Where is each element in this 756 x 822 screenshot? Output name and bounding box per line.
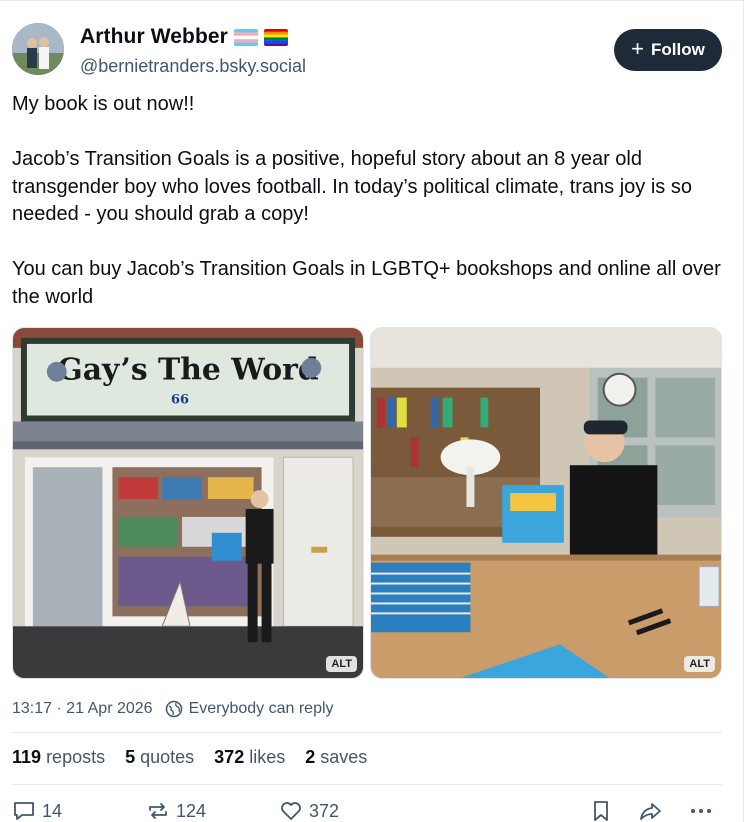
quotes-stat[interactable]: 5 quotes [125, 747, 194, 768]
likes-stat[interactable]: 372 likes [214, 747, 285, 768]
shop-number-text: 66 [171, 393, 189, 408]
post-meta: 13:17 · 21 Apr 2026 Everybody can reply [12, 700, 334, 718]
rainbow-flag-icon [263, 28, 288, 46]
post-header: Arthur Webber @bernietranders.bsky.socia… [12, 23, 732, 81]
repost-count: 124 [176, 800, 207, 821]
post-text: My book is out now!! Jacob’s Transition … [12, 91, 732, 311]
bookmark-button[interactable] [590, 799, 612, 822]
post-card: Arthur Webber @bernietranders.bsky.socia… [0, 0, 744, 822]
follow-button[interactable]: + Follow [614, 29, 722, 71]
saves-stat[interactable]: 2 saves [305, 747, 367, 768]
like-count: 372 [309, 800, 340, 821]
alt-badge[interactable]: ALT [684, 656, 715, 672]
divider [12, 784, 722, 785]
repost-icon [149, 803, 167, 819]
post-paragraph: You can buy Jacob’s Transition Goals in … [12, 258, 721, 308]
share-icon [640, 803, 661, 820]
reply-icon [14, 802, 34, 820]
follow-label: Follow [651, 40, 705, 59]
post-paragraph: My book is out now!! [12, 93, 195, 115]
reply-button[interactable]: 14 [12, 799, 62, 822]
post-actions: 14 124 372 [12, 799, 722, 822]
globe-icon [165, 700, 183, 718]
repost-button[interactable]: 124 [146, 799, 206, 822]
author-handle[interactable]: @bernietranders.bsky.social [80, 56, 306, 77]
post-paragraph: Jacob’s Transition Goals is a positive, … [12, 148, 692, 225]
post-stats: 119 reposts 5 quotes 372 likes 2 saves [12, 747, 367, 768]
reply-count: 14 [42, 800, 63, 821]
author-info: Arthur Webber @bernietranders.bsky.socia… [80, 25, 306, 77]
bookmark-icon [594, 801, 608, 821]
reply-setting[interactable]: Everybody can reply [189, 700, 334, 718]
plus-icon: + [631, 36, 645, 61]
like-button[interactable]: 372 [279, 799, 339, 822]
avatar[interactable] [12, 23, 64, 75]
reposts-stat[interactable]: 119 reposts [12, 747, 105, 768]
alt-badge[interactable]: ALT [326, 656, 357, 672]
heart-icon [281, 802, 301, 820]
more-icon [691, 809, 711, 813]
post-images: Gay’s The Word 66 ALT ALT [12, 327, 722, 679]
divider [12, 732, 722, 733]
post-image-author-with-book[interactable]: ALT [370, 327, 722, 679]
display-name[interactable]: Arthur Webber [80, 25, 228, 49]
post-timestamp[interactable]: 13:17 · 21 Apr 2026 [12, 700, 153, 718]
post-image-bookshop[interactable]: Gay’s The Word 66 ALT [12, 327, 364, 679]
more-options-button[interactable] [688, 799, 714, 822]
transgender-flag-icon [233, 28, 258, 46]
shop-sign-text: Gay’s The Word [57, 353, 319, 388]
share-button[interactable] [638, 799, 664, 822]
